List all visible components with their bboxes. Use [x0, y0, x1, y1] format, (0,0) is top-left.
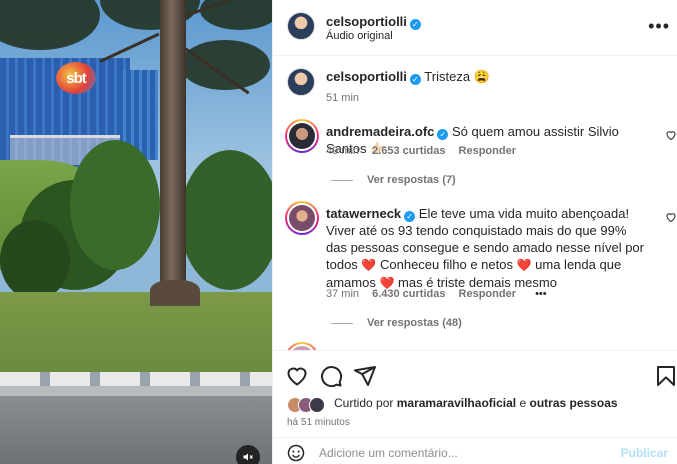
add-comment-bar: Publicar [273, 437, 677, 464]
avatar [289, 123, 315, 149]
media-tree-base [150, 280, 200, 306]
media-pine-foliage [180, 40, 270, 90]
media-road [0, 396, 272, 464]
comment-text: Conheceu filho e netos [376, 257, 517, 272]
verified-badge-icon: ✓ [409, 19, 421, 30]
caption-text-row: celsoportiolli ✓ Tristeza 😩 [326, 68, 646, 85]
post-media-video[interactable]: sbt [0, 0, 272, 464]
comment-likes[interactable]: 6.430 curtidas [372, 288, 445, 300]
view-replies-label: Ver respostas (48) [367, 317, 462, 329]
comment-input[interactable] [319, 446, 609, 460]
reply-button[interactable]: Responder [459, 145, 516, 157]
story-ring[interactable] [285, 201, 319, 235]
heart-icon[interactable] [665, 211, 677, 223]
post-author-name[interactable]: celsoportiolli [326, 14, 407, 29]
publish-button[interactable]: Publicar [621, 446, 668, 460]
reply-button[interactable]: Responder [459, 288, 516, 300]
avatar [309, 397, 325, 413]
liked-by-text: Curtido por maramaravilhaoficial e outra… [334, 396, 618, 410]
media-tree-trunk [160, 0, 186, 305]
liked-prefix: Curtido por [334, 396, 394, 410]
media-bush [180, 150, 272, 290]
sbt-logo-text: sbt [66, 69, 86, 87]
bookmark-icon[interactable] [654, 364, 677, 388]
more-icon[interactable]: ••• [648, 16, 670, 37]
view-replies-button[interactable]: Ver respostas (48) [331, 317, 462, 329]
avatar[interactable] [287, 68, 315, 96]
post-author-row: celsoportiolli ✓ [326, 13, 421, 31]
verified-badge-icon: ✓ [437, 129, 449, 140]
instagram-post-modal: sbt celsoportiolli ✓ Áudio original ••• … [0, 0, 677, 464]
comment-meta: 37 min 6.430 curtidas Responder ••• [326, 288, 547, 300]
media-lawn [0, 292, 272, 374]
verified-badge-icon: ✓ [404, 211, 416, 222]
replies-divider [331, 179, 353, 181]
sbt-logo: sbt [56, 62, 96, 94]
comment-meta: 49 min 2.653 curtidas Responder [326, 145, 516, 157]
view-replies-button[interactable]: Ver respostas (7) [331, 174, 456, 186]
comment-text-row: tatawerneck ✓ Ele teve uma vida muito abe… [326, 205, 646, 292]
avatar[interactable] [287, 12, 315, 40]
post-time-ago[interactable]: há 51 minutos [287, 417, 350, 428]
emoji-icon[interactable] [287, 444, 305, 462]
heart-emoji: ❤️ [516, 258, 532, 272]
media-sidewalk [0, 386, 272, 396]
post-actions-footer: Curtido por maramaravilhaoficial e outra… [273, 350, 677, 464]
comment-time[interactable]: 37 min [326, 288, 359, 300]
media-bush [0, 220, 70, 300]
speaker-muted-icon [243, 453, 253, 461]
mute-button[interactable] [236, 445, 260, 464]
audio-label[interactable]: Áudio original [326, 30, 393, 42]
liked-by-avatars[interactable] [287, 397, 329, 413]
liked-and: e [519, 396, 527, 410]
share-icon[interactable] [353, 364, 377, 388]
liked-user[interactable]: maramaravilhaoficial [397, 396, 516, 410]
media-curb [0, 372, 272, 386]
comment-more-icon[interactable]: ••• [535, 288, 547, 300]
replies-divider [331, 322, 353, 324]
avatar [289, 205, 315, 231]
verified-badge-icon: ✓ [409, 74, 421, 85]
heart-icon[interactable] [665, 129, 677, 141]
caption-author[interactable]: celsoportiolli [326, 69, 407, 84]
heart-icon[interactable] [285, 364, 309, 388]
post-header: celsoportiolli ✓ Áudio original ••• [273, 0, 677, 56]
story-ring[interactable] [285, 119, 319, 153]
media-bush [70, 140, 160, 270]
caption-time[interactable]: 51 min [326, 92, 359, 104]
caption-text: Tristeza 😩 [424, 69, 490, 84]
comments-panel: celsoportiolli ✓ Áudio original ••• celso… [272, 0, 677, 464]
heart-emoji: ❤️ [361, 258, 377, 272]
comment-author[interactable]: andremadeira.ofc [326, 124, 434, 139]
view-replies-label: Ver respostas (7) [367, 174, 456, 186]
comment-likes[interactable]: 2.653 curtidas [372, 145, 445, 157]
comment-icon[interactable] [319, 364, 343, 388]
comment-author[interactable]: tatawerneck [326, 206, 401, 221]
comment-time[interactable]: 49 min [326, 145, 359, 157]
liked-others[interactable]: outras pessoas [530, 396, 618, 410]
